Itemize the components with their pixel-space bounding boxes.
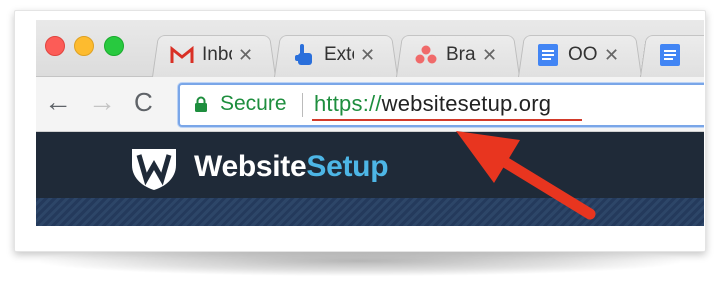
tab-inbox[interactable]: Inbox ✕ [170,40,253,70]
url-annotation-underline [312,119,582,121]
lock-icon [195,96,207,112]
tab-brand-label: Brand [446,44,476,65]
address-bar-divider [302,93,303,117]
url-host: websitesetup.org [381,91,552,116]
websitesetup-logo-text[interactable]: WebsiteSetup [194,150,389,184]
websitesetup-logo-icon[interactable] [130,147,178,191]
browser-window: Inbox ✕ Extensions ✕ [36,20,704,226]
forward-button[interactable]: → [88,87,116,117]
window-close-button[interactable] [45,36,65,56]
tab-inbox-label: Inbox [202,44,232,65]
tab-strip: Inbox ✕ Extensions ✕ [36,20,704,77]
tab-brand-close-icon[interactable]: ✕ [482,45,497,66]
url-scheme: https:// [314,91,382,116]
browser-toolbar: ← → C Secure https://websitesetup.org [36,77,704,132]
reload-button[interactable]: C [134,87,153,117]
tab-brand[interactable]: Brand ✕ [414,40,497,70]
gmail-icon [170,43,194,67]
tab-ooo-label: OOO [568,44,598,65]
tab-inbox-close-icon[interactable]: ✕ [238,45,253,66]
site-header-pattern [36,198,704,226]
window-maximize-button[interactable] [104,36,124,56]
docs-icon [658,43,682,67]
hand-pointer-icon [292,43,316,67]
tab-ooo-close-icon[interactable]: ✕ [604,45,619,66]
tab-5[interactable] [658,40,690,70]
tab-extensions[interactable]: Extensions ✕ [292,40,375,70]
docs-icon [536,43,560,67]
tab-ooo[interactable]: OOO ✕ [536,40,619,70]
window-minimize-button[interactable] [74,36,94,56]
logo-text-website: Website [194,150,307,183]
address-bar[interactable]: Secure https://websitesetup.org [178,83,704,127]
asana-icon [414,43,438,67]
logo-text-setup: Setup [306,150,389,183]
tab-extensions-close-icon[interactable]: ✕ [360,45,375,66]
url-text[interactable]: https://websitesetup.org [314,91,551,117]
secure-label[interactable]: Secure [220,92,287,116]
tab-extensions-label: Extensions [324,44,354,65]
back-button[interactable]: ← [44,87,72,117]
